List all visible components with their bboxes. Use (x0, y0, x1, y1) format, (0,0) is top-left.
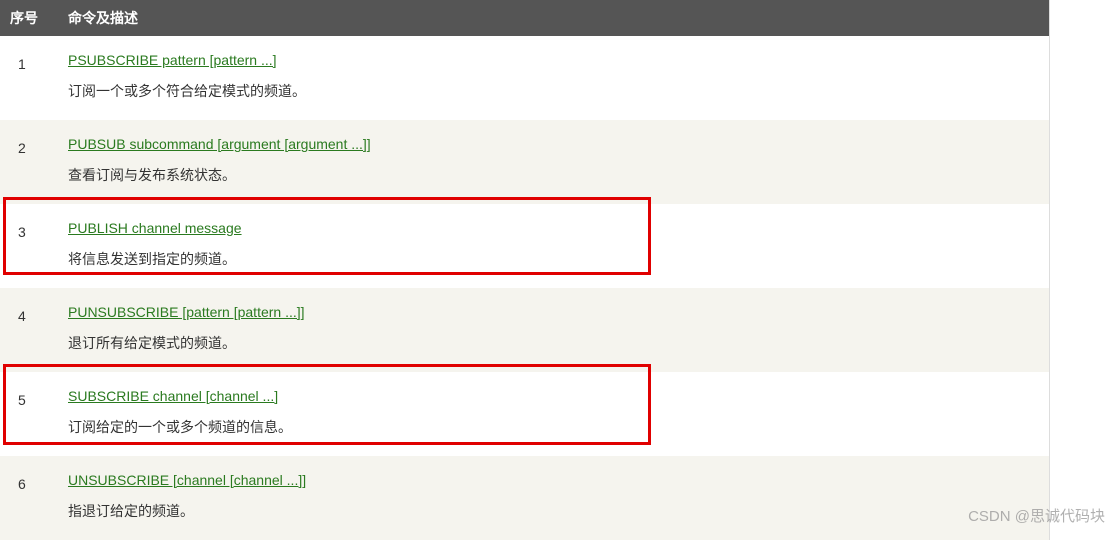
header-cmd: 命令及描述 (58, 0, 1049, 36)
row-num: 1 (0, 36, 58, 120)
header-num: 序号 (0, 0, 58, 36)
command-link[interactable]: UNSUBSCRIBE [channel [channel ...]] (68, 472, 306, 488)
command-link[interactable]: PUNSUBSCRIBE [pattern [pattern ...]] (68, 304, 305, 320)
command-desc: 指退订给定的频道。 (68, 501, 1039, 522)
command-link[interactable]: PSUBSCRIBE pattern [pattern ...] (68, 52, 277, 68)
command-desc: 订阅一个或多个符合给定模式的频道。 (68, 81, 1039, 102)
command-desc: 将信息发送到指定的频道。 (68, 249, 1039, 270)
commands-table: 序号 命令及描述 1 PSUBSCRIBE pattern [pattern .… (0, 0, 1049, 540)
table-row: 6 UNSUBSCRIBE [channel [channel ...]] 指退… (0, 456, 1049, 540)
command-desc: 退订所有给定模式的频道。 (68, 333, 1039, 354)
command-desc: 订阅给定的一个或多个频道的信息。 (68, 417, 1039, 438)
row-num: 5 (0, 372, 58, 456)
command-link[interactable]: PUBSUB subcommand [argument [argument ..… (68, 136, 371, 152)
row-content: PUNSUBSCRIBE [pattern [pattern ...]] 退订所… (58, 288, 1049, 372)
row-num: 3 (0, 204, 58, 288)
row-num: 2 (0, 120, 58, 204)
table-row: 1 PSUBSCRIBE pattern [pattern ...] 订阅一个或… (0, 36, 1049, 120)
row-content: SUBSCRIBE channel [channel ...] 订阅给定的一个或… (58, 372, 1049, 456)
table-row: 4 PUNSUBSCRIBE [pattern [pattern ...]] 退… (0, 288, 1049, 372)
command-desc: 查看订阅与发布系统状态。 (68, 165, 1039, 186)
row-content: UNSUBSCRIBE [channel [channel ...]] 指退订给… (58, 456, 1049, 540)
table-row: 2 PUBSUB subcommand [argument [argument … (0, 120, 1049, 204)
table-header-row: 序号 命令及描述 (0, 0, 1049, 36)
row-content: PSUBSCRIBE pattern [pattern ...] 订阅一个或多个… (58, 36, 1049, 120)
table-row: 5 SUBSCRIBE channel [channel ...] 订阅给定的一… (0, 372, 1049, 456)
row-num: 4 (0, 288, 58, 372)
command-link[interactable]: SUBSCRIBE channel [channel ...] (68, 388, 278, 404)
row-content: PUBLISH channel message 将信息发送到指定的频道。 (58, 204, 1049, 288)
row-num: 6 (0, 456, 58, 540)
table-row: 3 PUBLISH channel message 将信息发送到指定的频道。 (0, 204, 1049, 288)
command-link[interactable]: PUBLISH channel message (68, 220, 242, 236)
row-content: PUBSUB subcommand [argument [argument ..… (58, 120, 1049, 204)
